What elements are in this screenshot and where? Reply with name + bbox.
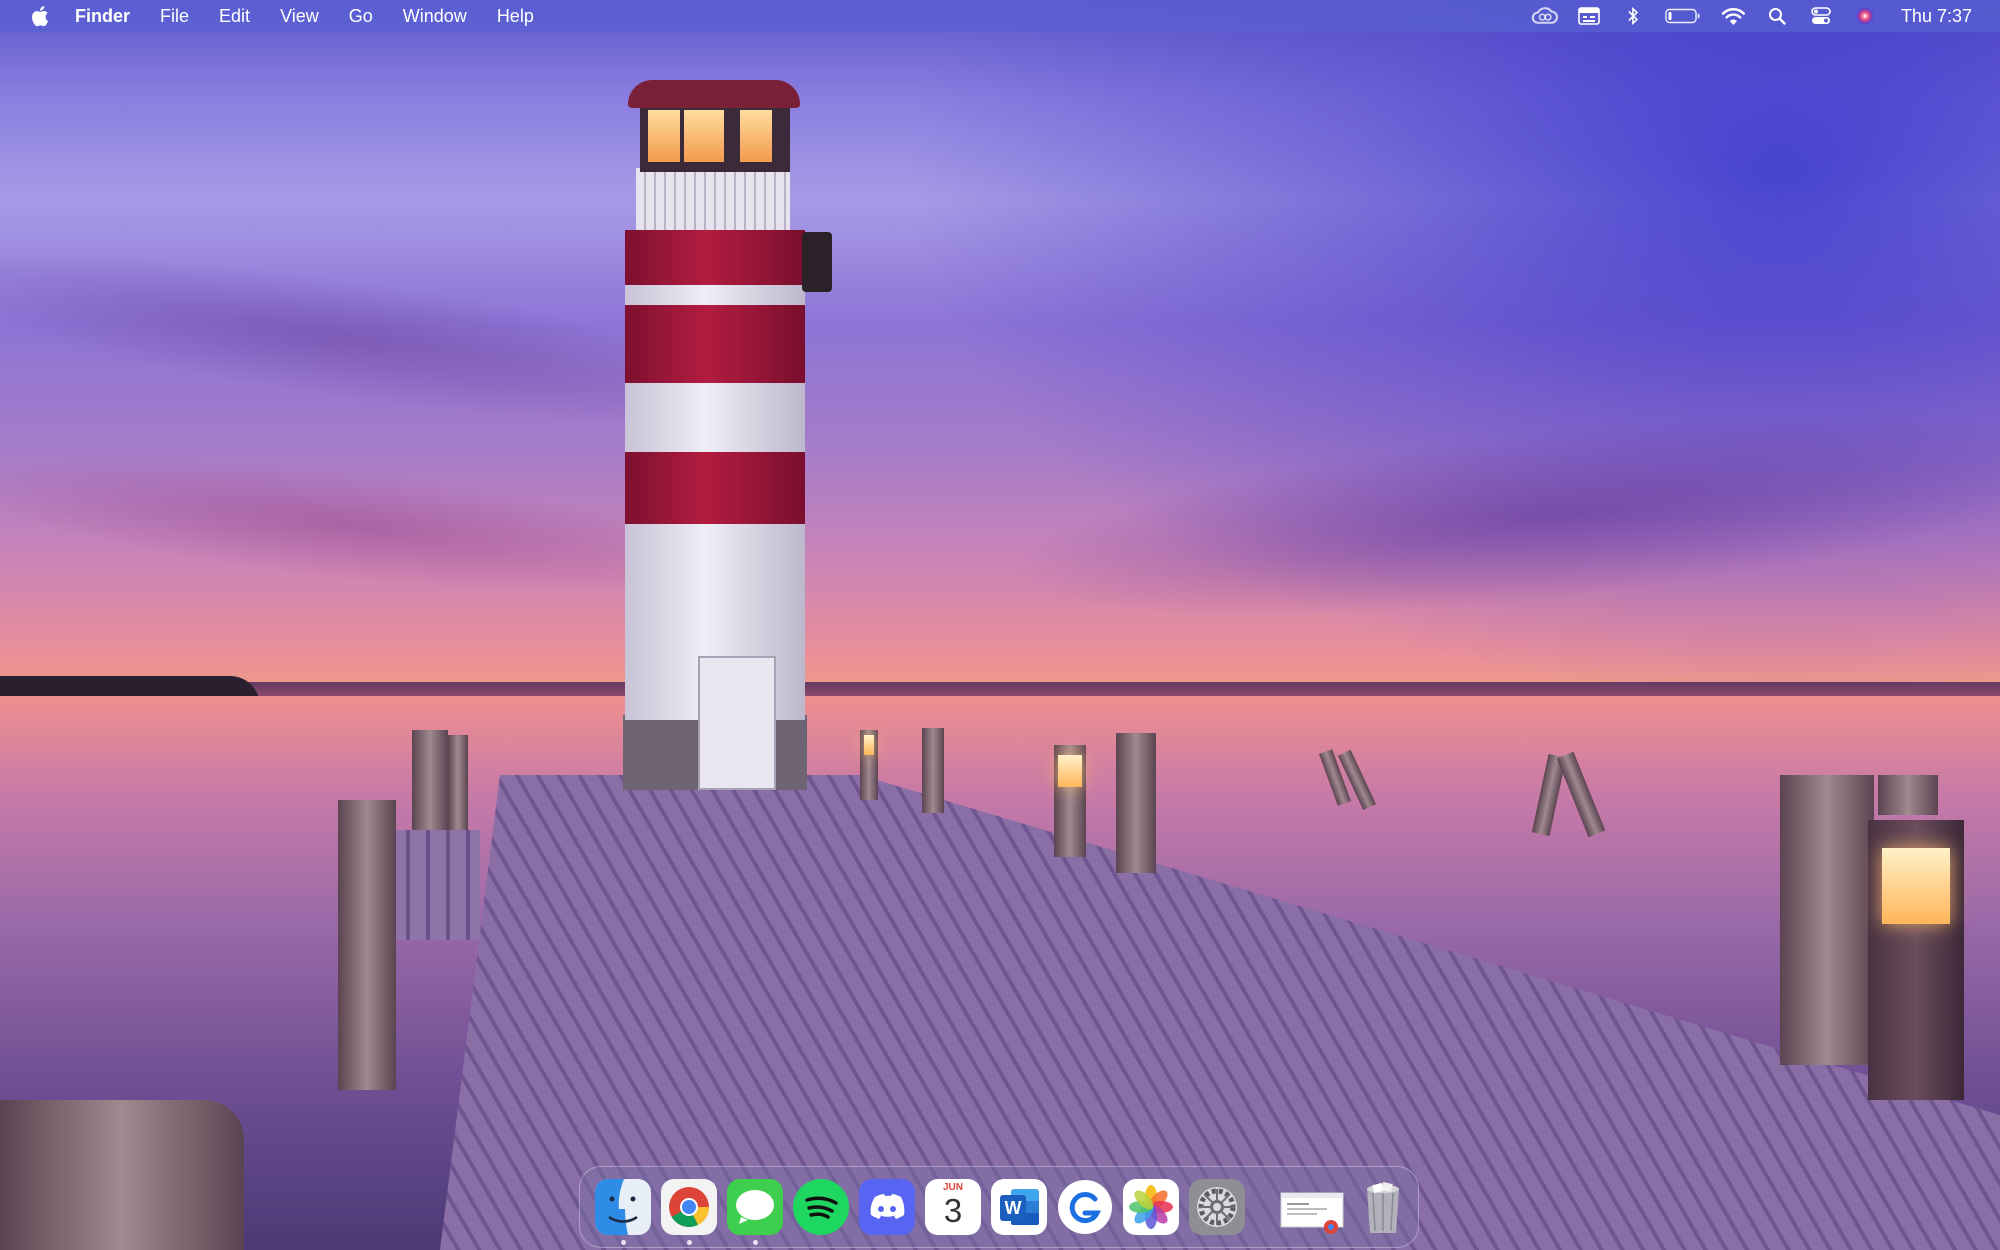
lighthouse-stripe — [625, 305, 805, 383]
desktop-wallpaper — [0, 0, 2000, 1250]
input-source-icon[interactable] — [1567, 0, 1611, 32]
running-indicator — [621, 1240, 626, 1245]
pier-steps — [390, 830, 480, 940]
dock-minimized-chrome-window[interactable] — [1279, 1179, 1345, 1235]
trash-icon — [1367, 1182, 1399, 1233]
finder-icon — [595, 1179, 651, 1235]
lighthouse-window — [740, 110, 772, 162]
running-indicator — [753, 1240, 758, 1245]
creative-cloud-icon[interactable] — [1523, 0, 1567, 32]
lighthouse-stripe — [625, 230, 805, 285]
lighthouse-door — [698, 656, 776, 790]
horizon-hills — [0, 682, 2000, 696]
dock-photos[interactable] — [1123, 1179, 1179, 1235]
control-center-icon[interactable] — [1799, 0, 1843, 32]
system-preferences-icon — [1189, 1179, 1245, 1235]
chrome-icon — [661, 1179, 717, 1235]
dock-grammarly[interactable] — [1057, 1179, 1113, 1235]
pier-lamp — [1882, 848, 1950, 924]
lighthouse-stripe — [625, 452, 805, 524]
siri-icon[interactable] — [1843, 0, 1887, 32]
dock-messages[interactable] — [727, 1179, 783, 1245]
dock-word[interactable]: W — [991, 1179, 1047, 1235]
wifi-icon[interactable] — [1711, 0, 1755, 32]
pier-bollard — [0, 1100, 244, 1250]
pier-post — [338, 800, 396, 1090]
menu-edit[interactable]: Edit — [204, 0, 265, 32]
running-indicator — [687, 1240, 692, 1245]
menu-bar: Finder File Edit View Go Window Help Thu… — [0, 0, 2000, 32]
spotify-icon — [793, 1179, 849, 1235]
menu-bar-clock[interactable]: Thu 7:37 — [1887, 6, 2000, 27]
lighthouse-side-lamp — [802, 232, 832, 292]
lighthouse-window — [684, 110, 724, 162]
menu-view[interactable]: View — [265, 0, 334, 32]
pier-post — [1116, 733, 1156, 873]
menu-help[interactable]: Help — [482, 0, 549, 32]
pier-lamp — [1058, 755, 1082, 787]
pier-post — [412, 730, 448, 830]
dock-finder[interactable] — [595, 1179, 651, 1245]
photos-icon — [1123, 1179, 1179, 1235]
lighthouse-roof — [628, 80, 800, 108]
dock-spotify[interactable] — [793, 1179, 849, 1235]
battery-icon[interactable] — [1655, 0, 1711, 32]
dock-trash[interactable] — [1355, 1179, 1411, 1235]
calendar-day: 3 — [943, 1192, 963, 1229]
dock-calendar[interactable]: JUN 3 — [925, 1179, 981, 1235]
dock-system-preferences[interactable] — [1189, 1179, 1245, 1235]
pier-lamp — [864, 735, 874, 755]
lighthouse-window — [648, 110, 680, 162]
menu-go[interactable]: Go — [334, 0, 388, 32]
grammarly-icon — [1058, 1180, 1112, 1234]
menu-file[interactable]: File — [145, 0, 204, 32]
word-letter: W — [1000, 1195, 1026, 1221]
bluetooth-icon[interactable] — [1611, 0, 1655, 32]
dock: JUN 3 W — [579, 1166, 1419, 1248]
app-menu-finder[interactable]: Finder — [60, 0, 145, 32]
pier-post — [448, 735, 468, 830]
apple-icon[interactable] — [20, 5, 60, 27]
pier-post — [1878, 775, 1938, 815]
dock-chrome[interactable] — [661, 1179, 717, 1245]
dock-discord[interactable] — [859, 1179, 915, 1235]
spotlight-search-icon[interactable] — [1755, 0, 1799, 32]
chrome-window-thumbnail-icon — [1280, 1192, 1344, 1234]
menu-window[interactable]: Window — [388, 0, 482, 32]
messages-icon — [727, 1179, 783, 1235]
pier-post — [922, 728, 944, 813]
discord-icon — [859, 1179, 915, 1235]
lighthouse-gallery — [636, 168, 790, 230]
pier-post — [1780, 775, 1874, 1065]
